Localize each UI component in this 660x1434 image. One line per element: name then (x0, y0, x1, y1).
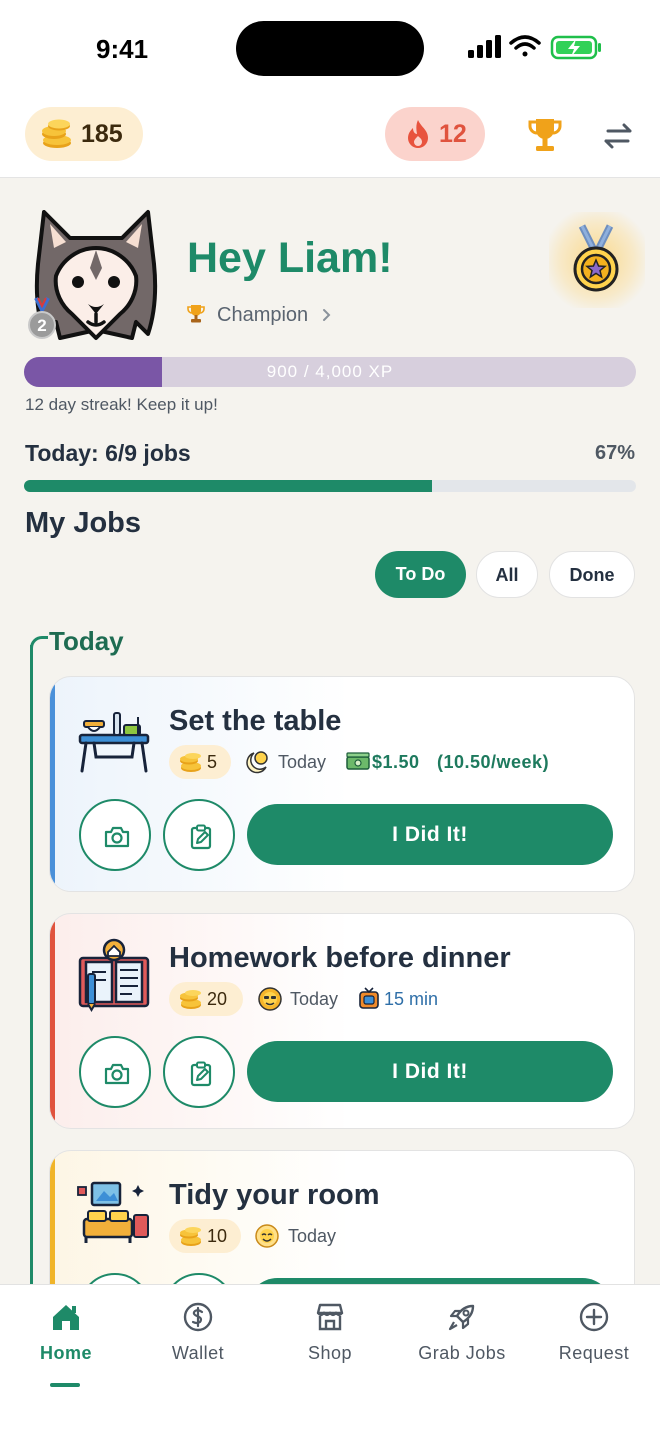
today-percent: 67% (594, 442, 635, 464)
nav-label: Request (558, 1343, 630, 1363)
job-coin-chip: 20 (169, 982, 243, 1016)
filter-all[interactable]: All (476, 551, 538, 598)
sun-icon (255, 1224, 279, 1248)
job-schedule: Today (278, 752, 327, 772)
streak-count: 12 (439, 120, 467, 148)
day-group-label: Today (49, 626, 124, 656)
job-weekly: (10.50/week) (437, 752, 550, 772)
camera-icon (104, 1063, 130, 1085)
small-trophy-icon (187, 305, 205, 323)
bottom-nav: Home Wallet Shop Grab Jobs Request (0, 1284, 660, 1434)
status-time: 9:41 (96, 34, 149, 64)
xp-progress-bar: 900 / 4,000 XP (24, 357, 636, 387)
sun-icon (258, 987, 282, 1011)
nav-home[interactable]: Home (0, 1299, 132, 1387)
timer-icon (359, 987, 379, 1009)
rocket-icon (448, 1304, 475, 1331)
card-accent-stripe (50, 677, 55, 891)
nav-label: Wallet (171, 1343, 225, 1363)
job-card[interactable]: Homework before dinner 20 Today 15 min I… (49, 913, 635, 1129)
job-coin-chip: 10 (169, 1219, 241, 1253)
my-jobs-title: My Jobs (25, 507, 142, 539)
job-coin-chip: 5 (169, 745, 231, 779)
timeline-line (30, 645, 33, 1285)
coin-stack-icon (180, 990, 201, 1009)
nav-active-indicator (50, 1383, 80, 1387)
coin-balance-pill[interactable]: 185 (25, 107, 143, 161)
coin-stack-icon (180, 753, 201, 772)
job-duration: 15 min (384, 989, 439, 1009)
nav-request[interactable]: Request (528, 1299, 660, 1379)
signal-icon (468, 35, 501, 58)
table-setting-icon (78, 712, 150, 773)
achievement-medal-icon[interactable] (572, 224, 620, 294)
camera-icon (104, 826, 130, 848)
job-coin-value: 20 (207, 989, 228, 1009)
rank-medal-icon: 2 (28, 297, 56, 339)
i-did-it-button[interactable]: I Did It! (247, 804, 613, 865)
nav-grab-jobs[interactable]: Grab Jobs (396, 1299, 528, 1379)
home-icon (53, 1305, 79, 1330)
xp-text: 900 / 4,000 XP (266, 362, 394, 381)
greeting-title: Hey Liam! (187, 234, 393, 282)
coin-stack-icon (42, 119, 71, 148)
today-progress-fill (24, 480, 433, 492)
job-schedule: Today (290, 989, 339, 1009)
dollar-circle-icon (183, 1302, 213, 1332)
job-coin-value: 5 (207, 752, 218, 772)
nav-label: Grab Jobs (418, 1343, 506, 1363)
battery-icon (550, 35, 601, 60)
status-icons (468, 35, 601, 60)
nav-label: Home (39, 1343, 92, 1363)
plus-circle-icon (579, 1302, 609, 1332)
swap-arrows-icon[interactable] (600, 118, 636, 154)
nav-label: Shop (307, 1343, 353, 1363)
trophy-icon[interactable] (526, 116, 564, 156)
homework-book-icon (78, 938, 150, 1012)
wifi-icon (509, 35, 541, 57)
today-progress-bar (24, 480, 636, 492)
coin-count: 185 (81, 120, 123, 148)
nav-wallet[interactable]: Wallet (132, 1299, 264, 1379)
top-bar: 9:41 185 12 (0, 0, 660, 178)
card-accent-stripe (50, 914, 55, 1128)
cash-icon (346, 752, 370, 770)
store-icon (316, 1303, 344, 1331)
streak-message: 12 day streak! Keep it up! (25, 395, 218, 414)
note-button[interactable] (163, 1036, 235, 1108)
tidy-room-icon (77, 1181, 149, 1243)
photo-button[interactable] (79, 1036, 151, 1108)
filter-done[interactable]: Done (549, 551, 635, 598)
job-title: Tidy your room (169, 1179, 380, 1211)
note-button[interactable] (163, 799, 235, 871)
job-coin-value: 10 (207, 1226, 228, 1246)
coin-stack-icon (180, 1227, 201, 1246)
clipboard-edit-icon (190, 824, 212, 850)
dynamic-island (236, 21, 424, 76)
streak-pill[interactable]: 12 (385, 107, 485, 161)
job-title: Homework before dinner (169, 942, 511, 974)
title-text: Champion (217, 304, 309, 326)
photo-button[interactable] (79, 799, 151, 871)
timeline-cap (30, 636, 48, 654)
job-money: $1.50 (372, 752, 420, 772)
rank-number: 2 (37, 316, 46, 335)
clipboard-edit-icon (190, 1061, 212, 1087)
nav-shop[interactable]: Shop (264, 1299, 396, 1379)
job-schedule: Today (288, 1226, 337, 1246)
i-did-it-button[interactable]: I Did It! (247, 1041, 613, 1102)
flame-icon (408, 120, 428, 148)
today-jobs-label: Today: 6/9 jobs (25, 440, 191, 466)
chevron-right-icon (323, 309, 331, 321)
job-card[interactable]: Set the table 5 Today $1.50 (10.50/week)… (49, 676, 635, 892)
job-title: Set the table (169, 705, 342, 737)
filter-todo[interactable]: To Do (375, 551, 466, 598)
moon-sun-icon (246, 751, 268, 774)
